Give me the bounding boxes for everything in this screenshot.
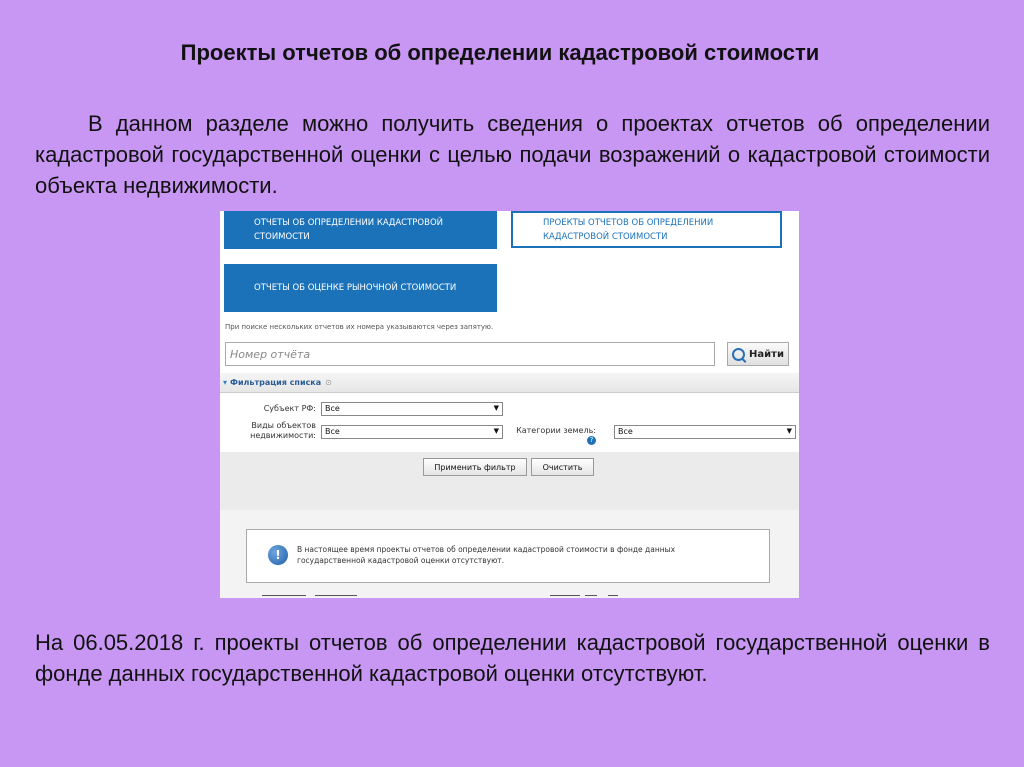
object-types-label: Виды объектов недвижимости: xyxy=(250,421,316,440)
table-edge-lines xyxy=(220,595,799,598)
report-number-input[interactable]: Номер отчёта xyxy=(225,342,715,366)
subject-label: Субъект РФ: xyxy=(263,404,316,413)
info-message: ! В настоящее время проекты отчетов об о… xyxy=(246,529,770,583)
slide-title: Проекты отчетов об определении кадастров… xyxy=(180,40,820,65)
object-types-select-value: Все xyxy=(325,427,340,436)
dropdown-caret-icon: ▼ xyxy=(493,404,499,412)
info-message-text: В настоящее время проекты отчетов об опр… xyxy=(297,545,676,565)
search-button-label: Найти xyxy=(749,348,784,360)
exclamation-circle-icon: ! xyxy=(268,545,288,565)
tile-cadastral-reports[interactable]: отчеты об определении кадастровой стоимо… xyxy=(224,211,497,249)
land-categories-label: Категории земель: xyxy=(516,426,596,435)
clear-button[interactable]: Очистить xyxy=(531,458,594,476)
magnifier-icon xyxy=(732,347,746,361)
filter-title: Фильтрация списка xyxy=(230,378,322,387)
dropdown-caret-icon: ▼ xyxy=(786,427,792,435)
toggle-dot-icon: ⊙ xyxy=(325,378,332,387)
search-hint: При поиске нескольких отчетов их номера … xyxy=(225,323,494,331)
land-categories-select-value: Все xyxy=(618,427,633,436)
subject-select[interactable]: Все ▼ xyxy=(321,402,503,416)
filter-buttons-bar: Применить фильтр Очистить xyxy=(220,452,799,510)
filter-panel: Субъект РФ: Все ▼ Виды объектов недвижим… xyxy=(220,398,799,450)
help-icon[interactable]: ? xyxy=(587,436,596,445)
collapse-arrow-icon: ▾ xyxy=(223,378,228,387)
dropdown-caret-icon: ▼ xyxy=(493,427,499,435)
object-types-select[interactable]: Все ▼ xyxy=(321,425,503,439)
tile-cadastral-report-drafts[interactable]: проекты отчетов об определении кадастров… xyxy=(511,211,782,248)
apply-filter-button[interactable]: Применить фильтр xyxy=(423,458,527,476)
embedded-screenshot: отчеты об определении кадастровой стоимо… xyxy=(220,211,799,598)
subject-select-value: Все xyxy=(325,404,340,413)
conclusion-paragraph: На 06.05.2018 г. проекты отчетов об опре… xyxy=(35,630,990,686)
search-button[interactable]: Найти xyxy=(727,342,789,366)
land-categories-label-wrap: Категории земель:? xyxy=(506,426,596,445)
land-categories-select[interactable]: Все ▼ xyxy=(614,425,796,439)
intro-paragraph: В данном разделе можно получить сведения… xyxy=(35,111,990,198)
tile-market-value-reports[interactable]: отчеты об оценке рыночной стоимости xyxy=(224,264,497,312)
filter-toggle[interactable]: ▾ Фильтрация списка ⊙ xyxy=(220,373,799,393)
